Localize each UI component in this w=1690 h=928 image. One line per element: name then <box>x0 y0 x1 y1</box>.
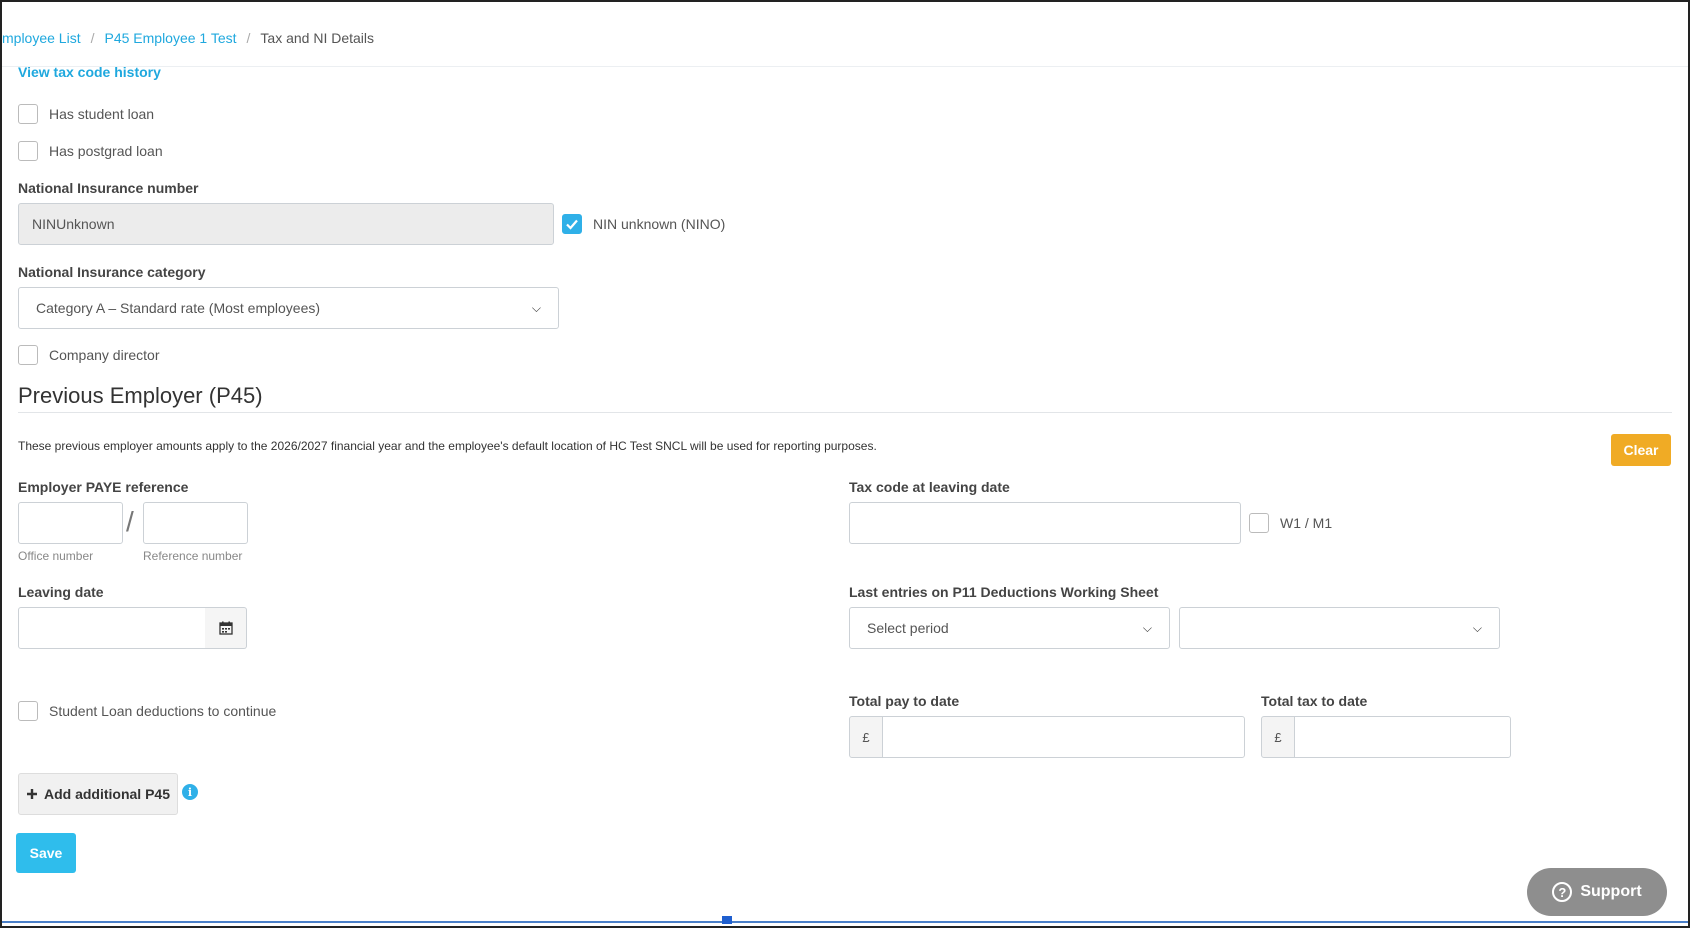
ni-category-value: Category A – Standard rate (Most employe… <box>36 300 321 316</box>
total-pay-label: Total pay to date <box>849 693 960 709</box>
paye-reference-label: Employer PAYE reference <box>18 479 189 495</box>
company-director-row: Company director <box>18 345 160 365</box>
section-divider <box>18 412 1672 413</box>
calendar-button[interactable] <box>205 607 247 649</box>
w1m1-row: W1 / M1 <box>1249 513 1332 533</box>
scroll-marker <box>722 916 732 924</box>
w1m1-checkbox[interactable] <box>1249 513 1269 533</box>
paye-slash: / <box>126 506 134 537</box>
ni-number-label: National Insurance number <box>18 180 199 196</box>
add-additional-p45-button[interactable]: Add additional P45 <box>18 773 178 815</box>
chevron-down-icon: ⌵ <box>531 300 541 315</box>
student-loan-label: Has student loan <box>49 106 155 122</box>
save-button[interactable]: Save <box>16 833 76 873</box>
top-bar: mployee List / P45 Employee 1 Test / Tax and… <box>2 2 1688 67</box>
student-loan-continue-label: Student Loan deductions to continue <box>49 703 277 719</box>
nin-unknown-checkbox[interactable] <box>562 214 582 234</box>
student-loan-row: Has student loan <box>18 104 154 124</box>
support-label: Support <box>1580 883 1642 900</box>
ni-number-input[interactable]: NINUnknown <box>18 203 554 245</box>
breadcrumb-separator: / <box>90 30 95 46</box>
postgrad-loan-checkbox[interactable] <box>18 141 38 161</box>
tax-code-leaving-input[interactable] <box>849 502 1241 544</box>
office-number-caption: Office number <box>18 549 94 563</box>
total-pay-input[interactable] <box>882 716 1245 758</box>
clear-button[interactable]: Clear <box>1611 434 1671 466</box>
breadcrumb-employee[interactable]: P45 Employee 1 Test <box>104 30 236 46</box>
student-loan-checkbox[interactable] <box>18 104 38 124</box>
breadcrumb: mployee List / P45 Employee 1 Test / Tax and… <box>2 30 374 46</box>
add-additional-p45-label: Add additional P45 <box>43 786 170 802</box>
chevron-down-icon: ⌵ <box>1472 620 1482 635</box>
view-tax-code-history-link[interactable]: View tax code history <box>18 64 161 80</box>
reference-number-input[interactable] <box>143 502 248 544</box>
p45-notice: These previous employer amounts apply to… <box>18 439 877 453</box>
plus-icon <box>26 789 37 799</box>
ni-category-select[interactable]: Category A – Standard rate (Most employe… <box>18 287 559 329</box>
total-tax-label: Total tax to date <box>1261 693 1368 709</box>
student-loan-continue-checkbox[interactable] <box>18 701 38 721</box>
company-director-checkbox[interactable] <box>18 345 38 365</box>
breadcrumb-employee-list[interactable]: mployee List <box>2 30 81 46</box>
postgrad-loan-row: Has postgrad loan <box>18 141 163 161</box>
chevron-down-icon: ⌵ <box>1142 620 1152 635</box>
info-icon[interactable]: i <box>182 784 198 800</box>
student-loan-continue-row: Student Loan deductions to continue <box>18 701 276 721</box>
w1m1-label: W1 / M1 <box>1280 515 1333 531</box>
calendar-icon <box>218 621 233 635</box>
postgrad-loan-label: Has postgrad loan <box>49 143 163 159</box>
leaving-date-label: Leaving date <box>18 584 104 600</box>
checkmark-icon <box>566 219 578 230</box>
ni-category-label: National Insurance category <box>18 264 206 280</box>
previous-employer-title: Previous Employer (P45) <box>18 383 263 408</box>
bottom-border <box>2 921 1688 923</box>
period-select-value: Select period <box>867 620 949 636</box>
question-icon: ? <box>1552 882 1573 902</box>
reference-number-caption: Reference number <box>143 549 243 563</box>
breadcrumb-current: Tax and NI Details <box>260 30 375 46</box>
nin-unknown-label: NIN unknown (NINO) <box>593 216 726 232</box>
office-number-input[interactable] <box>18 502 123 544</box>
tax-code-leaving-label: Tax code at leaving date <box>849 479 1010 495</box>
breadcrumb-separator: / <box>246 30 251 46</box>
pound-icon: £ <box>849 716 883 758</box>
leaving-date-input[interactable] <box>18 607 206 649</box>
company-director-label: Company director <box>49 347 160 363</box>
total-tax-input[interactable] <box>1294 716 1511 758</box>
p11-label: Last entries on P11 Deductions Working S… <box>849 584 1159 600</box>
support-button[interactable]: ? Support <box>1527 868 1667 916</box>
pound-icon: £ <box>1261 716 1295 758</box>
nin-unknown-row: NIN unknown (NINO) <box>562 214 725 234</box>
app-frame <box>0 0 1690 928</box>
period-number-select[interactable]: ⌵ <box>1179 607 1500 649</box>
period-select[interactable]: Select period ⌵ <box>849 607 1170 649</box>
